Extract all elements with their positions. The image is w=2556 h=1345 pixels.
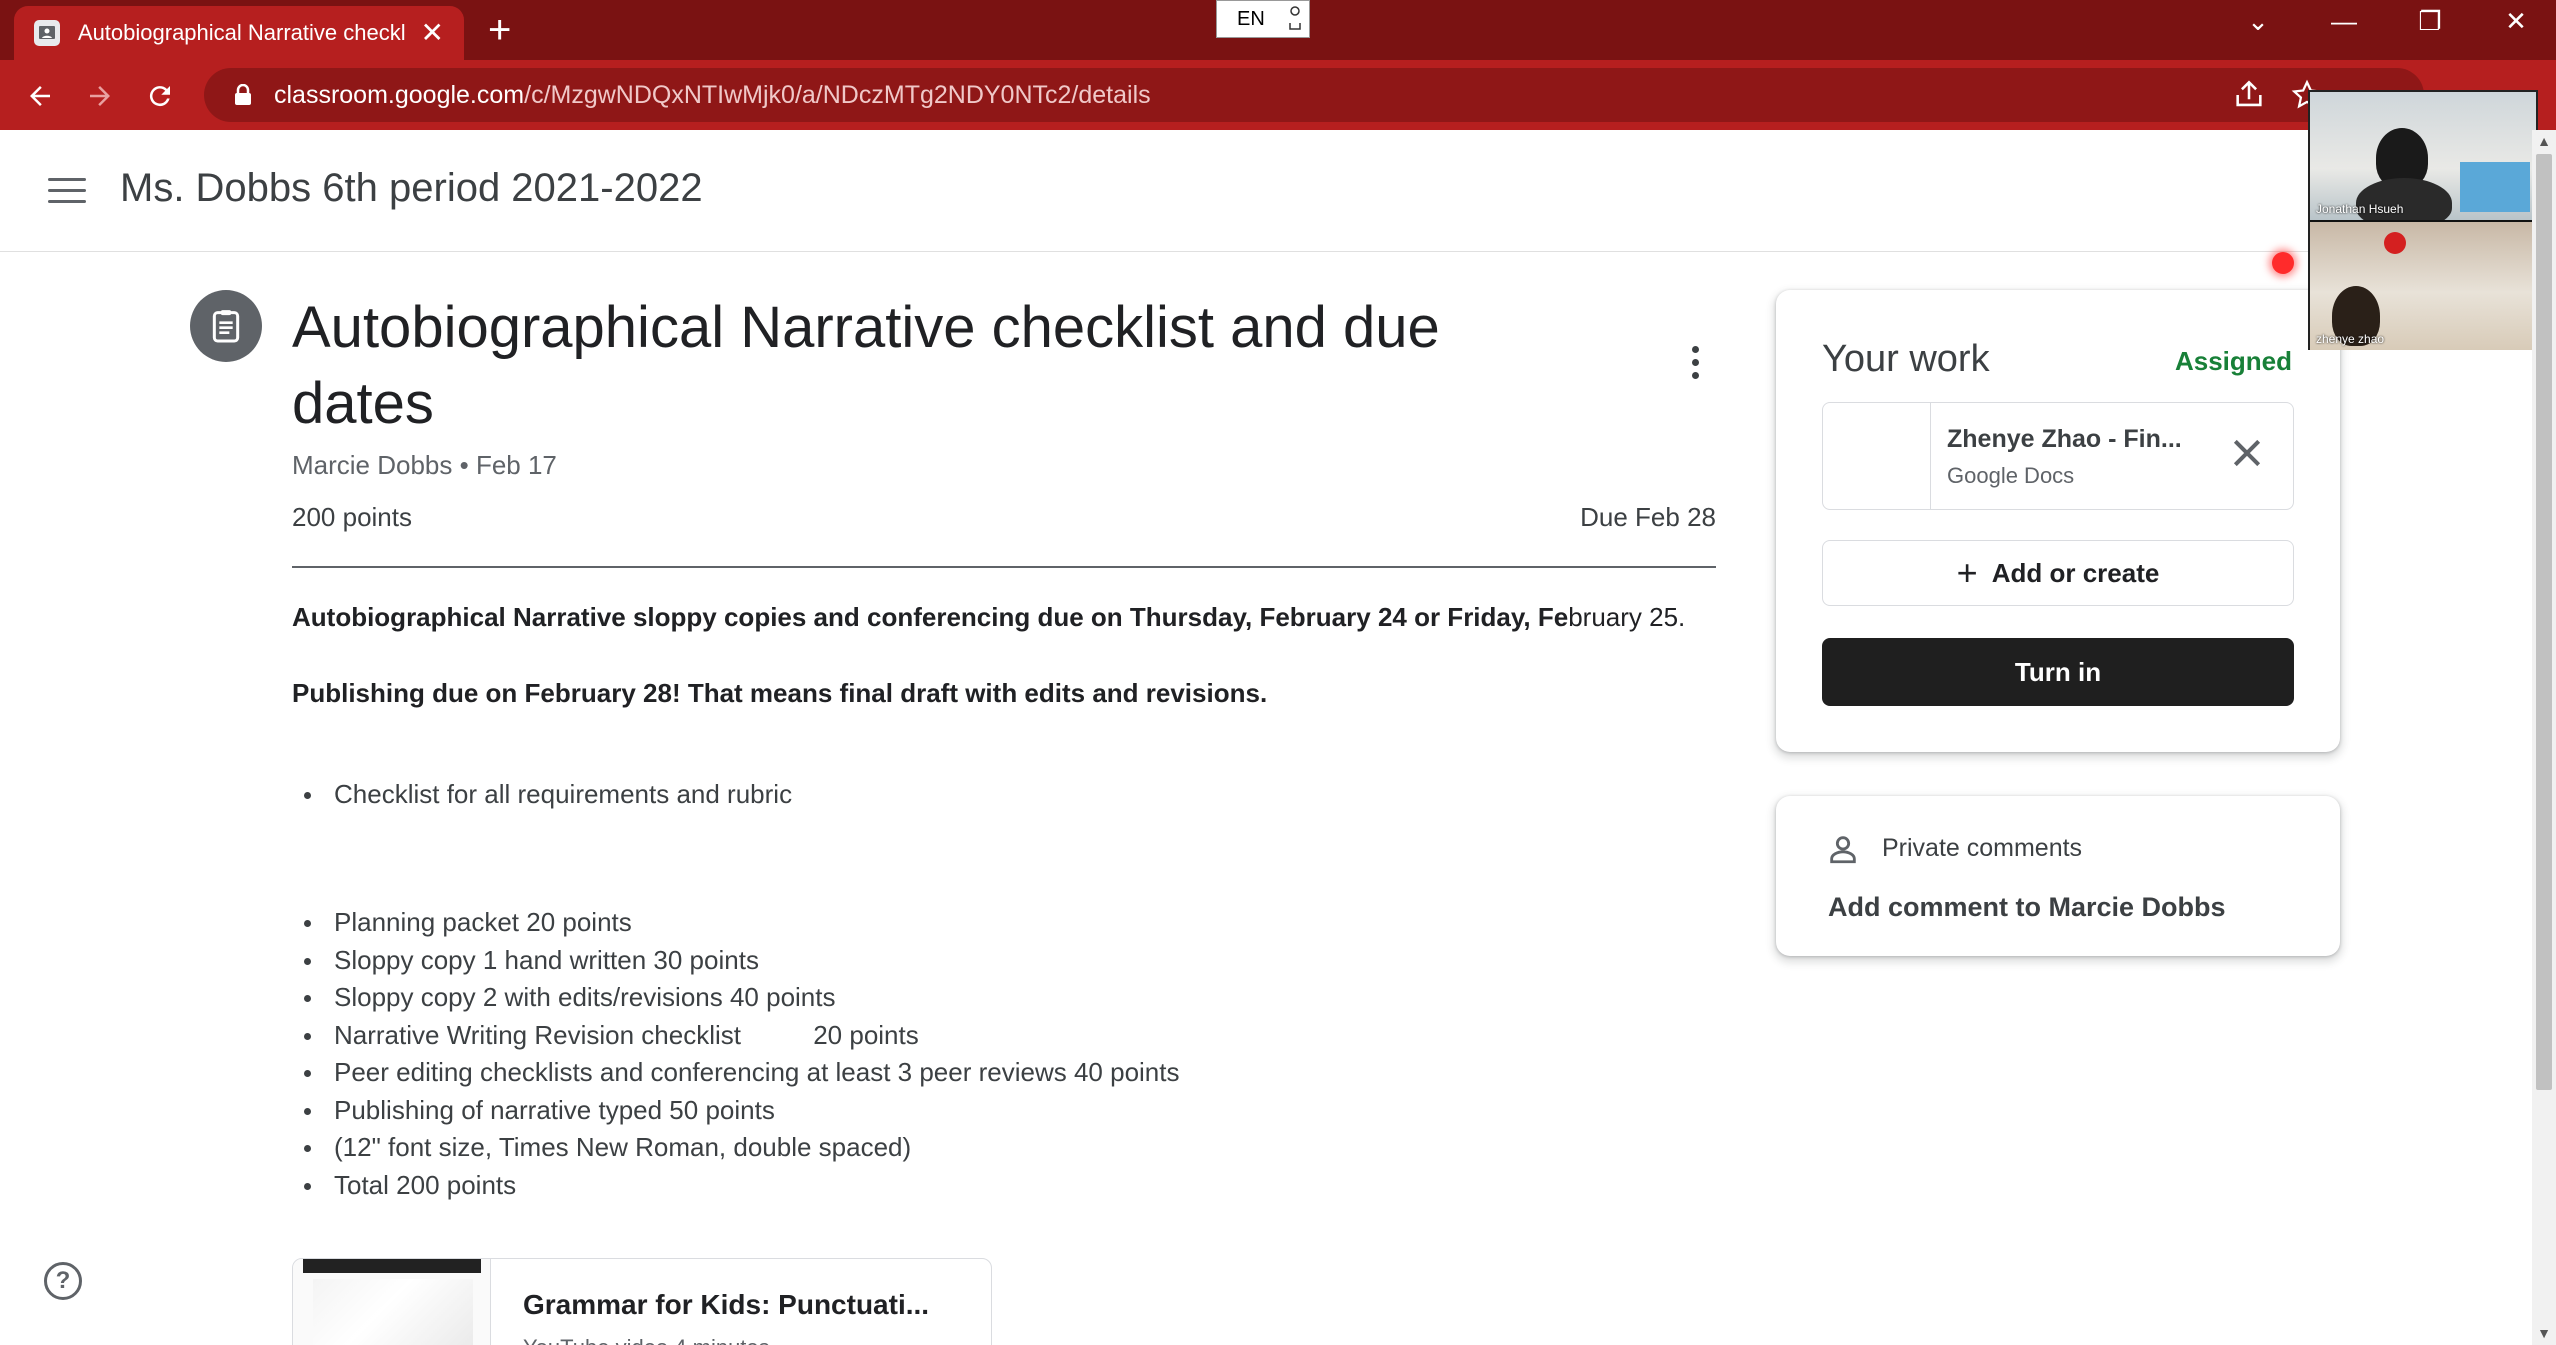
instructions-paragraph-2: Publishing due on February 28! That mean… xyxy=(292,678,1267,709)
recording-indicator xyxy=(2272,252,2294,274)
scroll-thumb[interactable] xyxy=(2536,154,2552,1090)
list-item: Sloppy copy 1 hand written 30 points xyxy=(303,942,1179,980)
file-thumbnail xyxy=(1823,403,1931,509)
url-path: /c/MzgwNDQxNTIwMjk0/a/NDczMTg2NDY0NTc2/d… xyxy=(524,80,1151,109)
file-type: Google Docs xyxy=(1947,463,2075,488)
new-tab-button[interactable]: + xyxy=(488,10,511,50)
participant-name: Jonathan Hsueh xyxy=(2316,202,2404,216)
scroll-down-icon[interactable]: ▼ xyxy=(2537,1326,2551,1340)
hamburger-menu-icon[interactable] xyxy=(48,178,86,206)
plus-icon: + xyxy=(1956,552,1978,593)
list-item: Total 200 points xyxy=(303,1167,1179,1205)
checklist-intro-list: Checklist for all requirements and rubri… xyxy=(303,776,792,814)
instructions-paragraph-1-rest: bruary 25. xyxy=(1568,602,1686,632)
participant-video-tile[interactable]: Jonathan Hsueh xyxy=(2310,92,2536,220)
attachment-title: Grammar for Kids: Punctuati... xyxy=(523,1289,930,1320)
turn-in-button[interactable]: Turn in xyxy=(1822,638,2294,706)
attached-file-chip[interactable]: Zhenye Zhao - Fin... Google Docs xyxy=(1822,402,2294,510)
keyboard-toggle-icon xyxy=(1289,6,1301,30)
person-icon xyxy=(1830,836,1856,864)
checklist-points-list: Planning packet 20 points Sloppy copy 1 … xyxy=(303,904,1179,1205)
list-item: Planning packet 20 points xyxy=(303,904,1179,942)
assignment-title: Autobiographical Narrative checklist and… xyxy=(292,295,1440,436)
scroll-up-icon[interactable]: ▲ xyxy=(2537,134,2551,148)
tab-close-icon[interactable]: ✕ xyxy=(421,19,444,47)
list-item: Checklist for all requirements and rubri… xyxy=(303,776,792,814)
list-item: Narrative Writing Revision checklist 20 … xyxy=(303,1017,1179,1055)
page-scrollbar[interactable]: ▲ ▼ xyxy=(2532,130,2556,1345)
language-label: EN xyxy=(1237,7,1265,30)
participant-name: zhenye zhao xyxy=(2316,332,2385,346)
classroom-favicon-icon xyxy=(34,20,60,46)
add-private-comment-link[interactable]: Add comment to Marcie Dobbs xyxy=(1828,892,2226,923)
forward-arrow-icon[interactable] xyxy=(80,76,120,116)
url-text: classroom.google.com/c/MzgwNDQxNTIwMjk0/… xyxy=(274,81,1151,110)
classroom-app-bar: Ms. Dobbs 6th period 2021-2022 xyxy=(0,130,2556,252)
list-item: Peer editing checklists and conferencing… xyxy=(303,1054,1179,1092)
assignment-points: 200 points xyxy=(292,502,412,532)
work-status-badge: Assigned xyxy=(2174,346,2292,376)
list-item: (12" font size, Times New Roman, double … xyxy=(303,1129,1179,1167)
browser-tab[interactable]: Autobiographical Narrative checkl ✕ xyxy=(14,6,464,60)
reload-icon[interactable] xyxy=(140,76,180,116)
divider xyxy=(292,566,1716,568)
private-comments-title: Private comments xyxy=(1882,834,2083,862)
add-or-create-button[interactable]: + Add or create xyxy=(1822,540,2294,606)
your-work-card: Your work Assigned Zhenye Zhao - Fin... … xyxy=(1776,290,2340,752)
participant-video-tile[interactable]: zhenye zhao xyxy=(2310,222,2536,350)
remove-file-icon[interactable] xyxy=(2227,433,2267,473)
attachment-subtitle: YouTube video 4 minutes xyxy=(523,1335,770,1345)
more-options-icon[interactable] xyxy=(1688,346,1702,382)
assignment-meta: Marcie Dobbs • Feb 17 xyxy=(292,450,557,480)
close-window-button[interactable]: ✕ xyxy=(2496,6,2536,37)
tab-search-dropdown-icon[interactable]: ⌄ xyxy=(2238,6,2278,37)
instructions-paragraph-1-bold: Autobiographical Narrative sloppy copies… xyxy=(292,602,1569,632)
restore-window-button[interactable]: ❐ xyxy=(2410,6,2450,37)
video-thumbnail xyxy=(293,1259,491,1345)
browser-toolbar: classroom.google.com/c/MzgwNDQxNTIwMjk0/… xyxy=(0,60,2556,130)
help-question-icon[interactable]: ? xyxy=(44,1262,82,1300)
address-bar[interactable]: classroom.google.com/c/MzgwNDQxNTIwMjk0/… xyxy=(204,68,2424,122)
assignment-due-date: Due Feb 28 xyxy=(1580,502,1716,532)
list-item: Sloppy copy 2 with edits/revisions 40 po… xyxy=(303,979,1179,1017)
instructions-paragraph-2-bold: Publishing due on February 28! That mean… xyxy=(292,678,1268,708)
lock-icon xyxy=(235,84,251,105)
participant-badge-icon xyxy=(2384,232,2406,254)
browser-tab-strip: Autobiographical Narrative checkl ✕ + EN… xyxy=(0,0,2556,60)
assignment-icon xyxy=(190,290,262,362)
back-arrow-icon[interactable] xyxy=(20,76,60,116)
tab-title: Autobiographical Narrative checkl xyxy=(77,20,406,45)
your-work-title: Your work xyxy=(1822,338,1990,380)
youtube-attachment-card[interactable]: Grammar for Kids: Punctuati... YouTube v… xyxy=(292,1258,992,1345)
add-or-create-label: Add or create xyxy=(1991,557,2160,588)
background-object xyxy=(2460,162,2530,212)
share-icon[interactable] xyxy=(2232,78,2266,112)
video-call-overlay[interactable]: Jonathan Hsueh zhenye zhao xyxy=(2308,90,2538,350)
file-name: Zhenye Zhao - Fin... xyxy=(1947,425,2182,453)
minimize-window-button[interactable]: — xyxy=(2324,6,2364,37)
instructions-paragraph-1: Autobiographical Narrative sloppy copies… xyxy=(292,602,1685,633)
private-comments-card: Private comments Add comment to Marcie D… xyxy=(1776,796,2340,956)
class-title[interactable]: Ms. Dobbs 6th period 2021-2022 xyxy=(120,166,703,211)
list-item: Publishing of narrative typed 50 points xyxy=(303,1092,1179,1130)
language-indicator[interactable]: EN xyxy=(1216,0,1310,38)
url-host: classroom.google.com xyxy=(274,80,525,109)
